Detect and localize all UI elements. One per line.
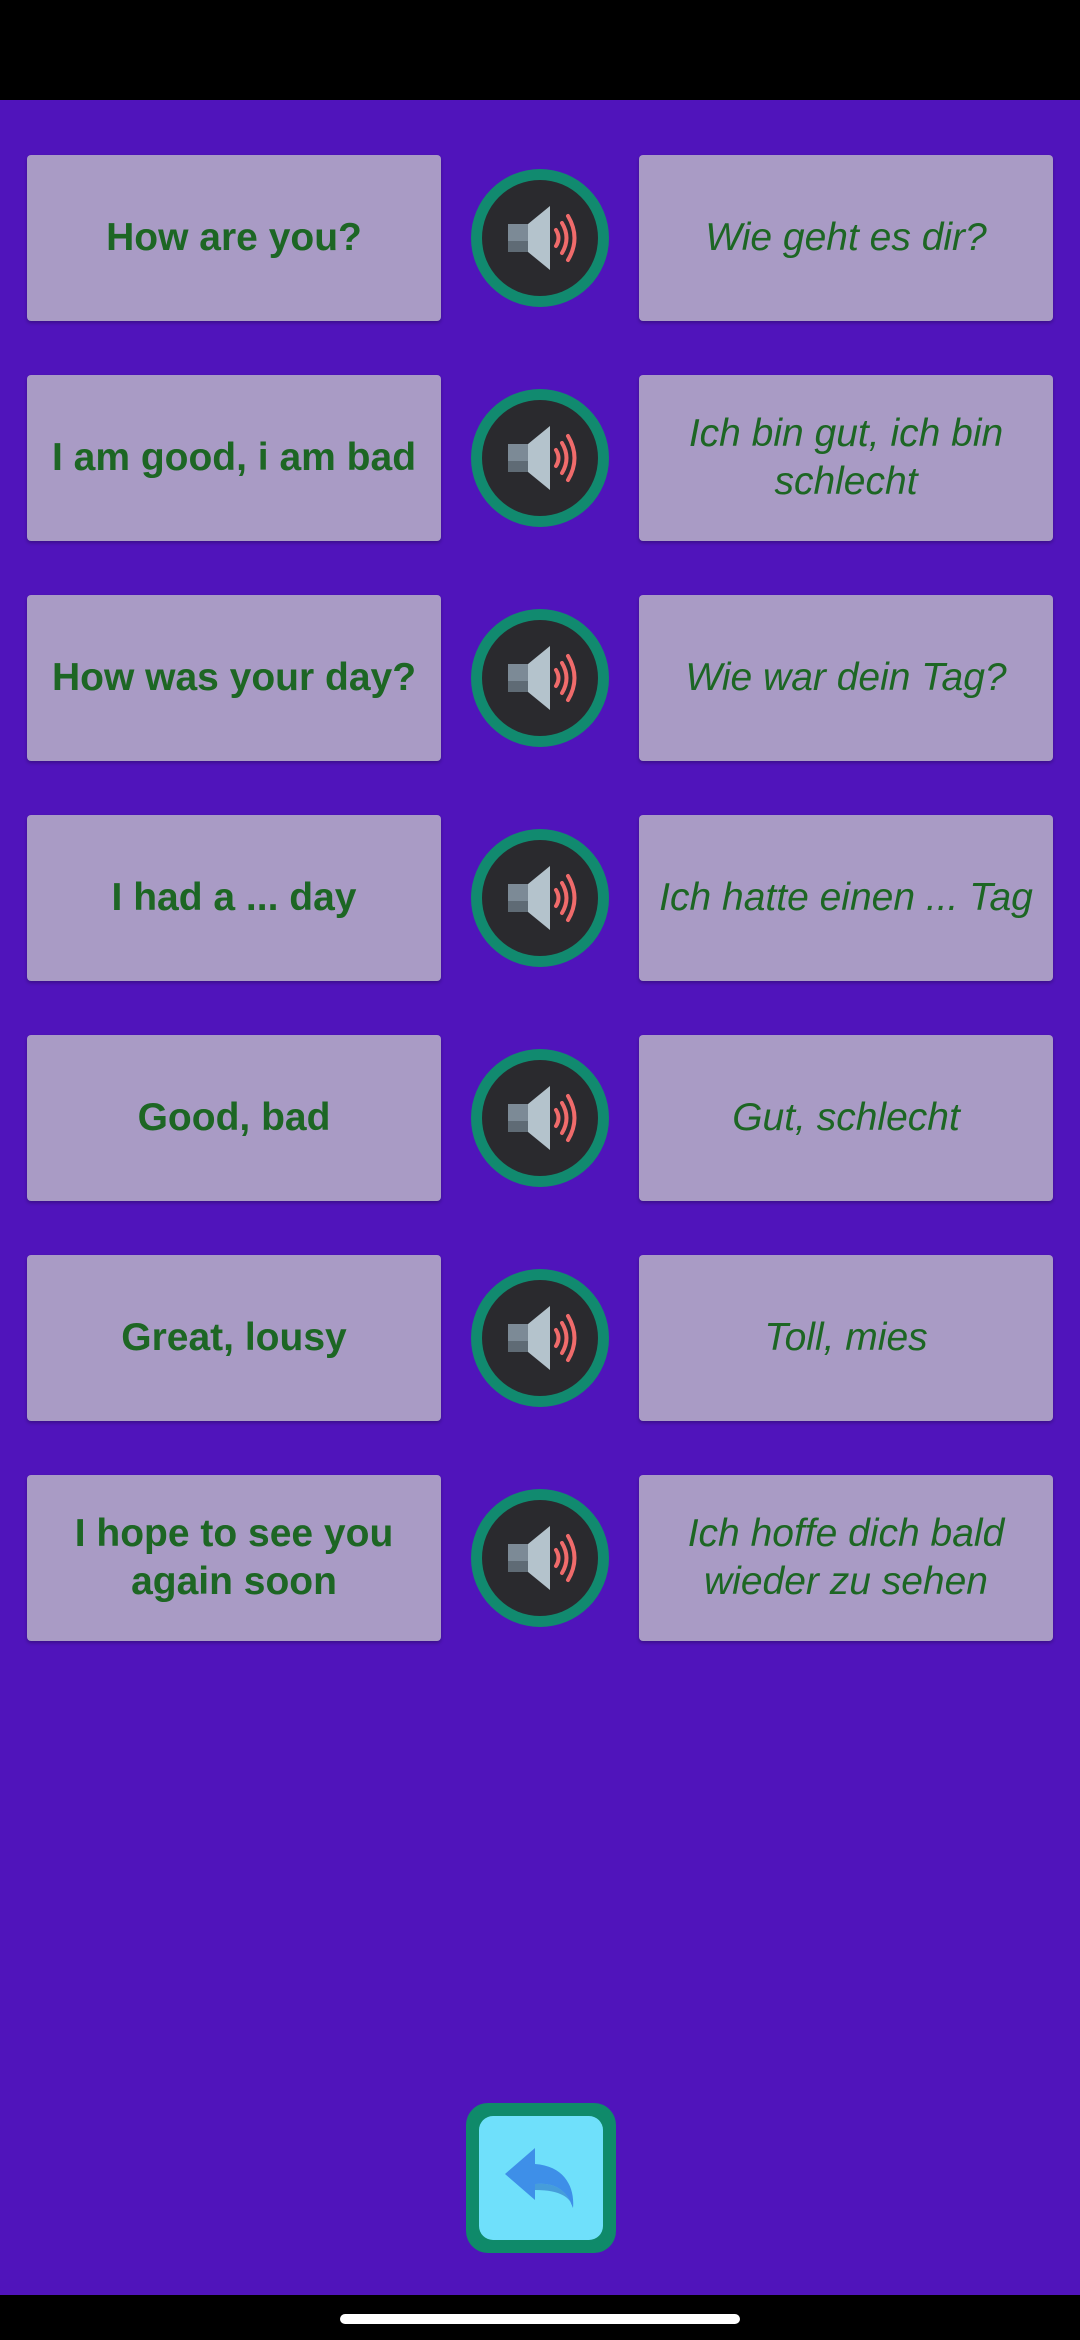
english-phrase-card[interactable]: Great, lousy (27, 1255, 441, 1421)
speaker-icon (482, 620, 598, 736)
german-translation-card[interactable]: Gut, schlecht (639, 1035, 1053, 1201)
speaker-icon (482, 1500, 598, 1616)
play-audio-button[interactable] (471, 1489, 609, 1627)
german-translation-card[interactable]: Ich bin gut, ich bin schlecht (639, 375, 1053, 541)
german-translation-card[interactable]: Wie geht es dir? (639, 155, 1053, 321)
english-phrase-card[interactable]: I hope to see you again soon (27, 1475, 441, 1641)
phrase-row: How was your day? Wie war dein Tag? (0, 595, 1080, 761)
german-translation-card[interactable]: Ich hatte einen ... Tag (639, 815, 1053, 981)
english-phrase-card[interactable]: I had a ... day (27, 815, 441, 981)
english-phrase-card[interactable]: How are you? (27, 155, 441, 321)
phrase-row: Good, bad Gut, schlecht (0, 1035, 1080, 1201)
play-audio-button[interactable] (471, 829, 609, 967)
play-audio-button[interactable] (471, 169, 609, 307)
speaker-icon (482, 400, 598, 516)
speaker-icon (482, 840, 598, 956)
status-bar (0, 0, 1080, 100)
back-button[interactable] (466, 2103, 616, 2253)
back-arrow-icon (479, 2116, 603, 2240)
english-phrase-card[interactable]: Good, bad (27, 1035, 441, 1201)
english-phrase-card[interactable]: How was your day? (27, 595, 441, 761)
phrase-row: I had a ... day Ich hatte einen ... Tag (0, 815, 1080, 981)
german-translation-card[interactable]: Toll, mies (639, 1255, 1053, 1421)
home-indicator[interactable] (340, 2314, 740, 2324)
speaker-icon (482, 180, 598, 296)
phrase-list-screen: How are you? Wie geht es dir? I am good,… (0, 100, 1080, 2295)
phrase-row: I hope to see you again soon Ich hoffe d… (0, 1475, 1080, 1641)
speaker-icon (482, 1280, 598, 1396)
english-phrase-card[interactable]: I am good, i am bad (27, 375, 441, 541)
german-translation-card[interactable]: Wie war dein Tag? (639, 595, 1053, 761)
phrase-row: I am good, i am bad Ich bin gut, ich bin… (0, 375, 1080, 541)
phrase-row: Great, lousy Toll, mies (0, 1255, 1080, 1421)
play-audio-button[interactable] (471, 1269, 609, 1407)
play-audio-button[interactable] (471, 1049, 609, 1187)
phrase-row: How are you? Wie geht es dir? (0, 155, 1080, 321)
german-translation-card[interactable]: Ich hoffe dich bald wieder zu sehen (639, 1475, 1053, 1641)
play-audio-button[interactable] (471, 609, 609, 747)
speaker-icon (482, 1060, 598, 1176)
play-audio-button[interactable] (471, 389, 609, 527)
